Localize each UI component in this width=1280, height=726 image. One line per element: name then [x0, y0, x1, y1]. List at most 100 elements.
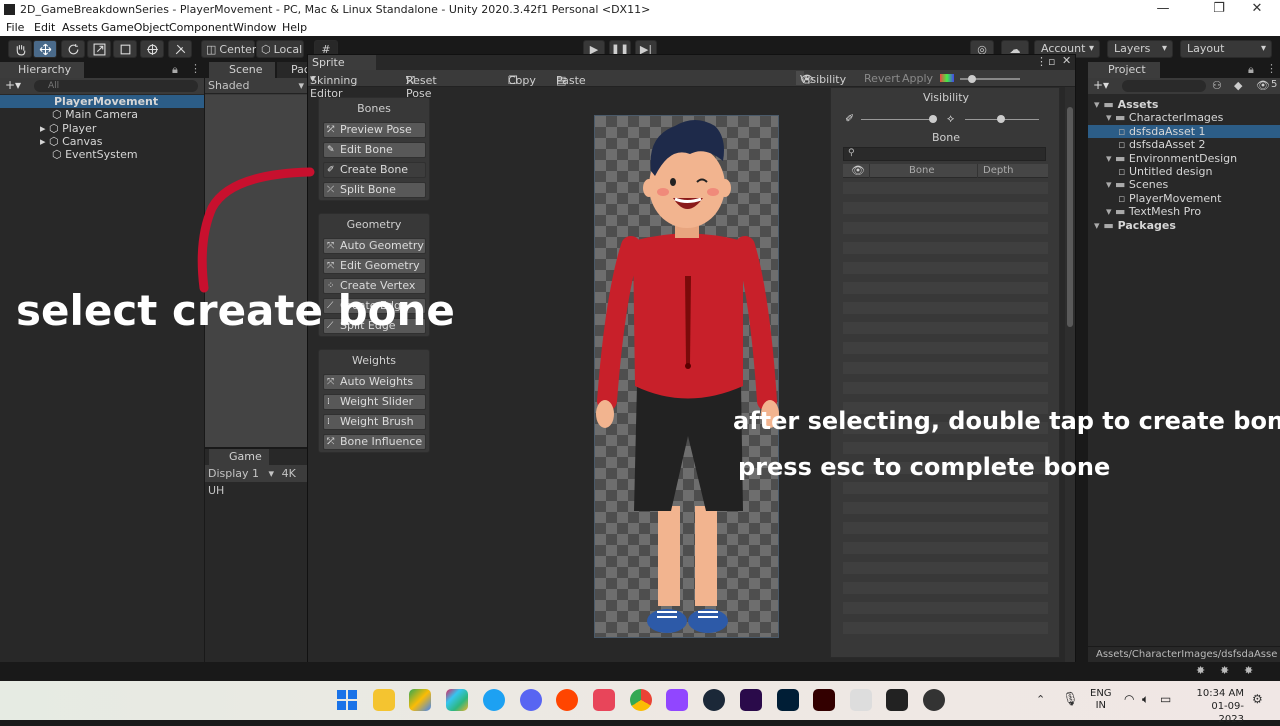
display-dropdown[interactable]: Display 1	[208, 467, 259, 480]
battery-icon[interactable]: ▭	[1160, 692, 1171, 706]
tab-project[interactable]: Project	[1088, 62, 1160, 78]
bug-icon[interactable]: ✸	[1196, 664, 1205, 677]
auto-geometry-button[interactable]: ⤧ Auto Geometry	[323, 238, 426, 254]
project-tree-item[interactable]: ▾ ▬ Scenes	[1088, 178, 1280, 191]
custom-tool-button[interactable]	[168, 40, 192, 58]
bone-list-row[interactable]	[843, 602, 1048, 614]
label-icon[interactable]: ◆	[1234, 79, 1242, 92]
create-bone-button[interactable]: ✐ Create Bone	[323, 162, 426, 178]
project-tree-item[interactable]: ▫ dsfsdaAsset 1	[1088, 124, 1280, 138]
rotate-tool-button[interactable]	[61, 40, 85, 58]
menu-file[interactable]: File	[6, 21, 24, 34]
hierarchy-item-main-camera[interactable]: ⬡ Main Camera	[52, 108, 138, 121]
maximize-icon[interactable]: ▫	[1048, 55, 1055, 68]
slider-handle[interactable]	[929, 115, 937, 123]
project-tree-item[interactable]: ▫ Untitled design	[1088, 165, 1280, 178]
project-tree-item[interactable]: ▾ ▬ Assets	[1088, 98, 1280, 111]
bone-influence-button[interactable]: ⤱ Bone Influence	[323, 434, 426, 450]
more-options-icon[interactable]: ⋮	[1266, 62, 1277, 75]
bone-list-row[interactable]	[843, 342, 1048, 354]
windows-start-icon[interactable]	[336, 689, 358, 711]
auto-weights-button[interactable]: ⤧ Auto Weights	[323, 374, 426, 390]
shading-mode-dropdown[interactable]: Shaded ▾	[205, 78, 308, 94]
column-bone[interactable]: Bone	[909, 165, 934, 176]
apply-button[interactable]: Apply	[902, 72, 933, 85]
google-drive-icon[interactable]	[409, 689, 431, 711]
project-tree-item[interactable]: ▾ ▬ EnvironmentDesign	[1088, 152, 1280, 165]
volume-icon[interactable]: 🔈︎	[1142, 692, 1149, 707]
photos-icon[interactable]	[593, 689, 615, 711]
tab-scene[interactable]: Scene	[209, 62, 275, 78]
bone-list-row[interactable]	[843, 222, 1048, 234]
lock-icon[interactable]: 🔒︎	[1248, 63, 1254, 77]
close-button[interactable]: ✕	[1234, 1, 1280, 19]
project-search-input[interactable]	[1122, 80, 1206, 92]
more-options-icon[interactable]: ⋮	[190, 62, 201, 75]
eye-icon[interactable]: 👁︎	[1256, 79, 1270, 92]
menu-gameobject[interactable]: GameObject	[101, 21, 170, 34]
pivot-local-toggle[interactable]: ⬡ Local	[256, 40, 304, 58]
menu-edit[interactable]: Edit	[34, 21, 55, 34]
color-channel-icon[interactable]	[940, 74, 954, 82]
menu-help[interactable]: Help	[282, 21, 307, 34]
bone-list-row[interactable]	[843, 262, 1048, 274]
discord-icon[interactable]	[520, 689, 542, 711]
bone-list-row[interactable]	[843, 362, 1048, 374]
scale-tool-button[interactable]	[87, 40, 111, 58]
hierarchy-search-input[interactable]: All	[34, 80, 198, 92]
reddit-icon[interactable]	[556, 689, 578, 711]
eye-icon[interactable]: 👁︎	[851, 164, 865, 177]
language-indicator[interactable]: ENG IN	[1090, 688, 1112, 712]
chevron-up-icon[interactable]: ⌃	[1036, 693, 1045, 706]
rect-tool-button[interactable]	[113, 40, 137, 58]
bone-list-row[interactable]	[843, 382, 1048, 394]
unity-hub-icon[interactable]	[850, 689, 872, 711]
transform-tool-button[interactable]	[140, 40, 164, 58]
scrollbar-thumb[interactable]	[1067, 107, 1073, 327]
tab-package[interactable]: Pac	[277, 62, 310, 78]
bone-list-row[interactable]	[843, 482, 1048, 494]
minimize-button[interactable]: —	[1140, 1, 1186, 19]
weight-slider-button[interactable]: ⁞ Weight Slider	[323, 394, 426, 410]
bone-list-row[interactable]	[843, 322, 1048, 334]
bone-list-row[interactable]	[843, 282, 1048, 294]
twitch-icon[interactable]	[666, 689, 688, 711]
layout-dropdown[interactable]: Layout	[1180, 40, 1272, 58]
notification-icon[interactable]: ⚙	[1252, 692, 1263, 706]
bone-list-row[interactable]	[843, 522, 1048, 534]
settings-icon[interactable]: ✸	[1244, 664, 1253, 677]
zoom-slider-handle[interactable]	[968, 75, 976, 83]
premiere-icon[interactable]	[740, 689, 762, 711]
project-tree-item[interactable]: ▫ dsfsdaAsset 2	[1088, 138, 1280, 151]
bone-list-row[interactable]	[843, 582, 1048, 594]
hierarchy-item-canvas[interactable]: ▸ ⬡ Canvas	[40, 135, 103, 148]
file-explorer-icon[interactable]	[373, 689, 395, 711]
chrome-icon[interactable]	[630, 689, 652, 711]
layers-dropdown[interactable]: Layers	[1107, 40, 1173, 58]
pivot-center-toggle[interactable]: ◫ Center	[201, 40, 256, 58]
slack-icon[interactable]	[446, 689, 468, 711]
bone-list-row[interactable]	[843, 622, 1048, 634]
split-bone-button[interactable]: ⤫ Split Bone	[323, 182, 426, 198]
hierarchy-item-player[interactable]: ▸ ⬡ Player	[40, 122, 96, 135]
editor-mode-dropdown[interactable]: Skinning Editor ▾	[310, 72, 357, 100]
bone-list-row[interactable]	[843, 182, 1048, 194]
project-tree-item[interactable]: ▫ PlayerMovement	[1088, 192, 1280, 205]
mesh-opacity-slider[interactable]	[861, 119, 937, 120]
hand-tool-button[interactable]	[8, 40, 32, 58]
vertical-scrollbar[interactable]	[1065, 87, 1075, 681]
lock-icon[interactable]: 🔒︎	[172, 63, 178, 77]
weight-brush-button[interactable]: ⁞ Weight Brush	[323, 414, 426, 430]
wifi-icon[interactable]: ◠	[1124, 692, 1134, 706]
add-icon[interactable]: +▾	[5, 78, 21, 92]
bone-search-input[interactable]: ⚲	[843, 147, 1046, 161]
unity-icon[interactable]	[886, 689, 908, 711]
hierarchy-item-eventsystem[interactable]: ⬡ EventSystem	[52, 148, 138, 161]
revert-button[interactable]: Revert	[864, 72, 900, 85]
project-tree-item[interactable]: ▾ ▬ TextMesh Pro	[1088, 205, 1280, 218]
edit-bone-button[interactable]: ✎ Edit Bone	[323, 142, 426, 158]
illustrator-icon[interactable]	[813, 689, 835, 711]
tab-sprite-editor[interactable]: Sprite Editor	[308, 55, 376, 84]
column-depth[interactable]: Depth	[983, 165, 1013, 176]
bone-list-row[interactable]	[843, 562, 1048, 574]
